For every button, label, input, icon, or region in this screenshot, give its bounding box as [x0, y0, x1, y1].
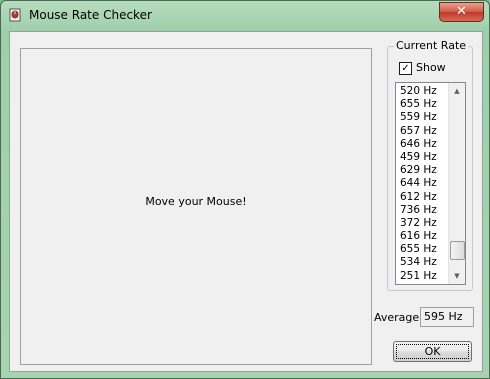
rate-list-item[interactable]: 655 Hz	[400, 243, 446, 256]
rate-list-item[interactable]: 372 Hz	[400, 217, 446, 230]
mouse-app-icon	[9, 8, 21, 22]
title-bar[interactable]: Mouse Rate Checker ✕	[1, 1, 489, 29]
ok-focus-rect	[396, 344, 469, 359]
close-button[interactable]: ✕	[439, 2, 484, 22]
move-mouse-prompt: Move your Mouse!	[145, 195, 247, 208]
rate-list-item[interactable]: 644 Hz	[400, 177, 446, 190]
scroll-thumb[interactable]	[450, 241, 465, 260]
scroll-up-icon[interactable]: ▲	[449, 83, 465, 99]
show-checkbox[interactable]: ✓	[399, 62, 412, 75]
scroll-down-icon[interactable]: ▼	[449, 268, 465, 284]
average-label: Average	[374, 311, 420, 324]
show-checkbox-label[interactable]: Show	[416, 61, 446, 74]
current-rate-group-title: Current Rate	[394, 39, 469, 52]
rate-list-item[interactable]: 520 Hz	[400, 85, 446, 98]
current-rate-group: Current Rate ✓ Show 520 Hz 655 Hz 559 Hz 65…	[387, 39, 473, 291]
rate-list-item[interactable]: 629 Hz	[400, 164, 446, 177]
rate-list-item[interactable]: 559 Hz	[400, 111, 446, 124]
rate-listbox[interactable]: 520 Hz 655 Hz 559 Hz 657 Hz 646 Hz 459 Hz 629 …	[395, 82, 466, 285]
rate-list-item[interactable]: 251 Hz	[400, 270, 446, 283]
client-area: Move your Mouse! Current Rate ✓ Show 520…	[9, 31, 483, 372]
rate-list-item[interactable]: 655 Hz	[400, 98, 446, 111]
rate-list-item[interactable]: 736 Hz	[400, 204, 446, 217]
rate-list-item[interactable]: 534 Hz	[400, 256, 446, 269]
rate-list-item[interactable]: 646 Hz	[400, 138, 446, 151]
average-value-field: 595 Hz	[420, 307, 474, 327]
rate-list-item[interactable]: 459 Hz	[400, 151, 446, 164]
ok-button[interactable]: OK	[393, 341, 472, 362]
app-window: Mouse Rate Checker ✕ Move your Mouse! Cu…	[0, 0, 490, 379]
rate-list-scrollbar[interactable]: ▲ ▼	[448, 83, 465, 284]
rate-list: 520 Hz 655 Hz 559 Hz 657 Hz 646 Hz 459 Hz 629 …	[400, 85, 446, 283]
rate-list-item[interactable]: 616 Hz	[400, 230, 446, 243]
rate-list-item[interactable]: 612 Hz	[400, 191, 446, 204]
rate-list-item[interactable]: 657 Hz	[400, 125, 446, 138]
close-icon: ✕	[456, 4, 467, 19]
mouse-move-area[interactable]: Move your Mouse!	[20, 48, 372, 365]
window-title: Mouse Rate Checker	[29, 8, 152, 22]
